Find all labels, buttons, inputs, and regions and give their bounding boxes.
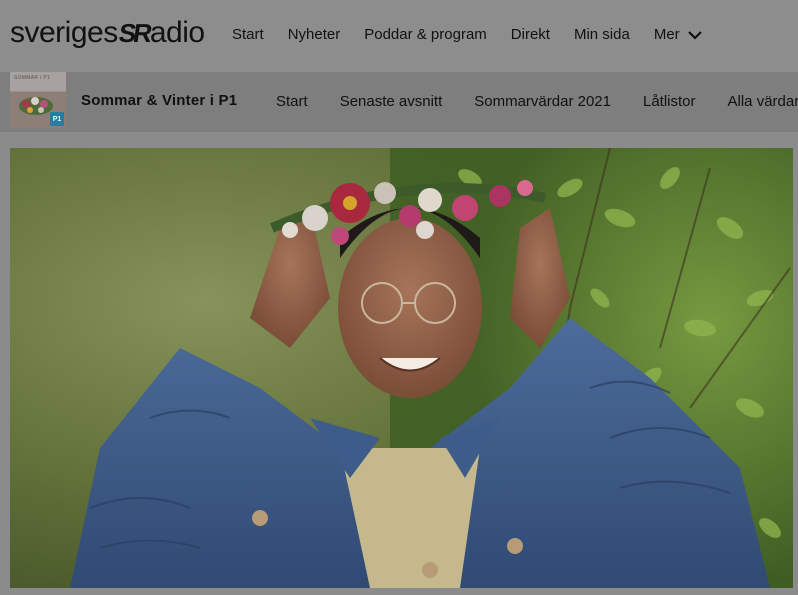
sveriges-radio-logo[interactable]: sveriges SR adio: [10, 16, 205, 49]
logo-sr-mark: SR: [116, 18, 151, 48]
nav-poddar-program[interactable]: Poddar & program: [364, 26, 487, 43]
program-nav-alla-vardar[interactable]: Alla värdar: [728, 93, 798, 110]
program-thumbnail[interactable]: SOMMAR I P1 P1: [10, 72, 66, 128]
nav-start[interactable]: Start: [232, 26, 264, 43]
program-nav: Start Senaste avsnitt Sommarvärdar 2021 …: [276, 93, 798, 110]
hero-photo: [10, 148, 793, 588]
logo-text-right: adio: [149, 16, 205, 49]
program-nav-sommarvardar-2021[interactable]: Sommarvärdar 2021: [474, 93, 611, 110]
nav-mer-label: Mer: [653, 26, 680, 43]
nav-direkt[interactable]: Direkt: [511, 26, 550, 43]
thumb-label: SOMMAR I P1: [14, 75, 51, 81]
nav-mer-button[interactable]: Mer: [654, 26, 702, 43]
program-header: SOMMAR I P1 P1 Sommar & Vinter i P1 Star…: [0, 72, 798, 132]
logo-text-left: sveriges: [10, 16, 118, 49]
p1-badge: P1: [50, 112, 64, 126]
chevron-down-icon: [687, 30, 702, 40]
program-nav-senaste-avsnitt[interactable]: Senaste avsnitt: [340, 93, 443, 110]
main-nav: Start Nyheter Poddar & program Direkt Mi…: [232, 26, 726, 43]
program-title[interactable]: Sommar & Vinter i P1: [81, 92, 237, 109]
nav-nyheter[interactable]: Nyheter: [288, 26, 341, 43]
hero-illustration: [10, 148, 793, 588]
site-header: sveriges SR adio Start Nyheter Poddar & …: [0, 0, 798, 72]
program-nav-start[interactable]: Start: [276, 93, 308, 110]
nav-min-sida[interactable]: Min sida: [574, 26, 630, 43]
program-nav-latlistor[interactable]: Låtlistor: [643, 93, 696, 110]
